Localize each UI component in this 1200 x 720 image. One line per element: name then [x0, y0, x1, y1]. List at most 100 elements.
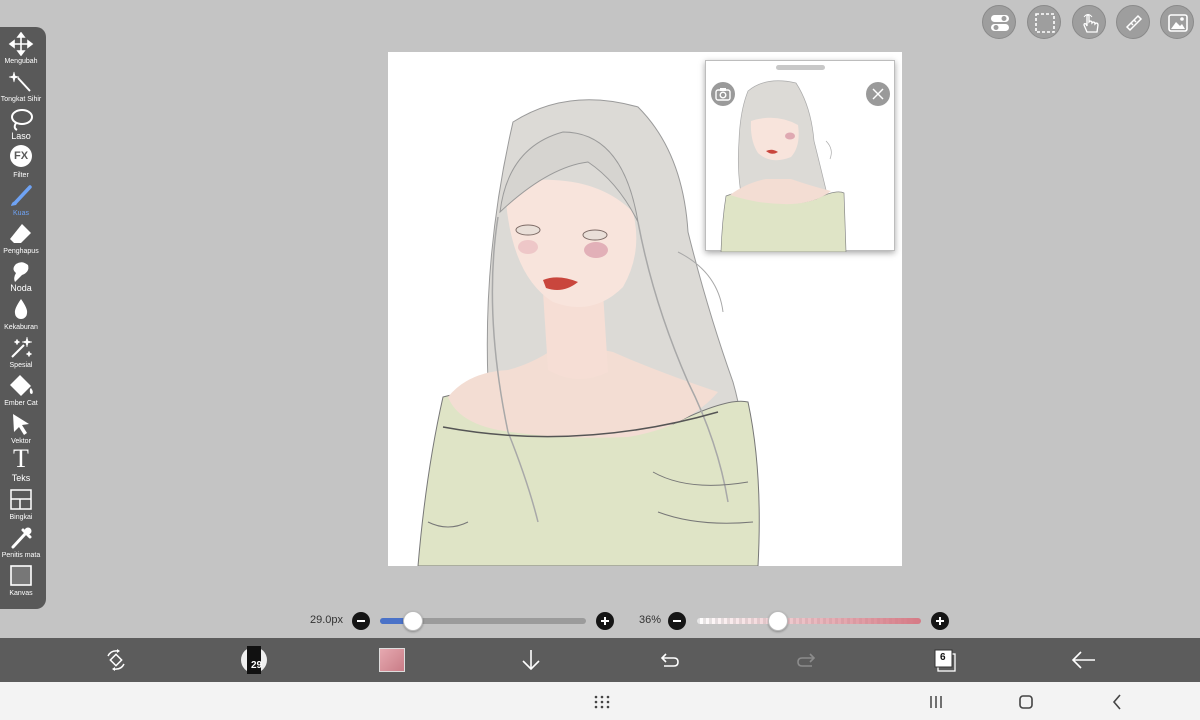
- frame-icon: [10, 489, 32, 510]
- gallery-icon: [1168, 14, 1188, 32]
- tool-label: Laso: [11, 131, 31, 141]
- home-button[interactable]: [1015, 691, 1037, 713]
- ruler-pencil-icon: [1125, 14, 1143, 32]
- tool-kekaburan[interactable]: Kekaburan: [0, 295, 46, 333]
- selection-icon: [1035, 13, 1055, 33]
- color-swatch-icon: [379, 648, 405, 672]
- tool-teks[interactable]: T Teks: [0, 444, 46, 485]
- tool-kuas[interactable]: Kuas: [0, 181, 46, 219]
- tool-penitis-mata[interactable]: Penitis mata: [0, 523, 46, 561]
- smudge-icon: [13, 262, 29, 282]
- tool-label: Bingkai: [9, 514, 33, 521]
- redo-button[interactable]: [792, 646, 822, 674]
- redo-icon: [797, 653, 816, 667]
- nav-back-button[interactable]: [1106, 691, 1128, 713]
- plus-icon: [601, 617, 609, 625]
- opacity-slider-track[interactable]: [697, 618, 921, 624]
- tool-panel: Mengubah Tongkat Sihir Laso FX Filter Ku…: [0, 27, 46, 609]
- plus-icon: [936, 617, 944, 625]
- opacity-increase-button[interactable]: [931, 612, 949, 630]
- tool-mengubah[interactable]: Mengubah: [0, 29, 46, 67]
- download-button[interactable]: [516, 646, 546, 674]
- tool-label: Mengubah: [4, 58, 38, 65]
- tool-label: Spesial: [9, 362, 33, 369]
- undo-icon: [660, 653, 679, 667]
- size-decrease-button[interactable]: [352, 612, 370, 630]
- layers-button[interactable]: 6: [930, 646, 960, 674]
- apps-grid-button[interactable]: [591, 691, 613, 713]
- tool-label: Kanvas: [9, 590, 33, 597]
- canvas-icon: [10, 565, 32, 586]
- opacity-value: 36%: [639, 614, 662, 626]
- system-nav-bar: [0, 682, 1200, 720]
- sparkle-wand-icon: [11, 336, 33, 358]
- fx-icon: FX: [10, 145, 32, 167]
- tool-noda[interactable]: Noda: [0, 257, 46, 295]
- color-swatch-button[interactable]: [377, 646, 407, 674]
- tool-label: Kekaburan: [4, 324, 38, 331]
- back-button[interactable]: [1069, 646, 1099, 674]
- tool-penghapus[interactable]: Penghapus: [0, 219, 46, 257]
- lasso-icon: [11, 109, 33, 131]
- tool-laso[interactable]: Laso: [0, 105, 46, 143]
- tool-kanvas[interactable]: Kanvas: [0, 561, 46, 599]
- back-arrow-icon: [1071, 651, 1095, 669]
- recents-icon: [930, 696, 942, 708]
- selection-button[interactable]: [1027, 5, 1061, 39]
- paint-bucket-icon: [10, 375, 33, 396]
- move-icon: [8, 32, 34, 56]
- text-icon: T: [13, 444, 29, 473]
- download-icon: [522, 650, 540, 671]
- brush-icon: [11, 185, 32, 206]
- tool-label: Ember Cat: [4, 400, 38, 407]
- tool-label: Penghapus: [3, 248, 39, 255]
- tool-spesial[interactable]: Spesial: [0, 333, 46, 371]
- camera-icon: [715, 88, 731, 101]
- size-increase-button[interactable]: [596, 612, 614, 630]
- tool-ember-cat[interactable]: Ember Cat: [0, 371, 46, 409]
- reference-close-button[interactable]: [866, 82, 890, 106]
- tool-label: Penitis mata: [1, 552, 41, 559]
- reference-window[interactable]: [705, 60, 895, 252]
- gallery-button[interactable]: [1160, 5, 1194, 39]
- size-slider-handle[interactable]: [402, 611, 423, 631]
- brush-size-badge: 29: [251, 660, 263, 671]
- tool-label: Kuas: [13, 210, 29, 217]
- toggle-icon: [991, 15, 1009, 31]
- tool-label: Teks: [11, 473, 31, 483]
- tool-vektor[interactable]: Vektor: [0, 409, 46, 447]
- recents-button[interactable]: [925, 691, 947, 713]
- blur-drop-icon: [14, 299, 28, 319]
- nav-back-icon: [1112, 694, 1121, 710]
- opacity-decrease-button[interactable]: [668, 612, 686, 630]
- brush-size-value: 29.0px: [310, 614, 344, 626]
- minus-icon: [673, 620, 681, 622]
- camera-button[interactable]: [711, 82, 735, 106]
- tool-label: Tongkat Sihir: [0, 96, 42, 103]
- undo-button[interactable]: [654, 646, 684, 674]
- transform-button[interactable]: [101, 646, 131, 674]
- tool-bingkai[interactable]: Bingkai: [0, 485, 46, 523]
- close-icon: [872, 88, 884, 100]
- eraser-icon: [10, 224, 31, 243]
- hand-touch-button[interactable]: [1072, 5, 1106, 39]
- toggle-button[interactable]: [982, 5, 1016, 39]
- home-icon: [1019, 695, 1033, 709]
- apps-grid-icon: [594, 695, 610, 709]
- transform-icon: [107, 649, 125, 671]
- vector-cursor-icon: [13, 414, 29, 435]
- tool-label: Noda: [10, 283, 32, 293]
- magic-wand-icon: [8, 71, 31, 92]
- brush-preview-button[interactable]: 29: [239, 646, 269, 674]
- tool-filter[interactable]: FX Filter: [0, 143, 46, 181]
- hand-touch-icon: [1083, 14, 1099, 33]
- reference-drag-handle[interactable]: [776, 65, 825, 70]
- bottom-toolbar: 29 6: [0, 638, 1200, 682]
- ruler-button[interactable]: [1116, 5, 1150, 39]
- tool-tongkat-sihir[interactable]: Tongkat Sihir: [0, 67, 46, 105]
- eyedropper-icon: [11, 527, 32, 549]
- layers-count: 6: [940, 652, 946, 663]
- minus-icon: [357, 620, 365, 622]
- tool-label: Filter: [13, 172, 29, 179]
- opacity-slider-handle[interactable]: [767, 611, 788, 631]
